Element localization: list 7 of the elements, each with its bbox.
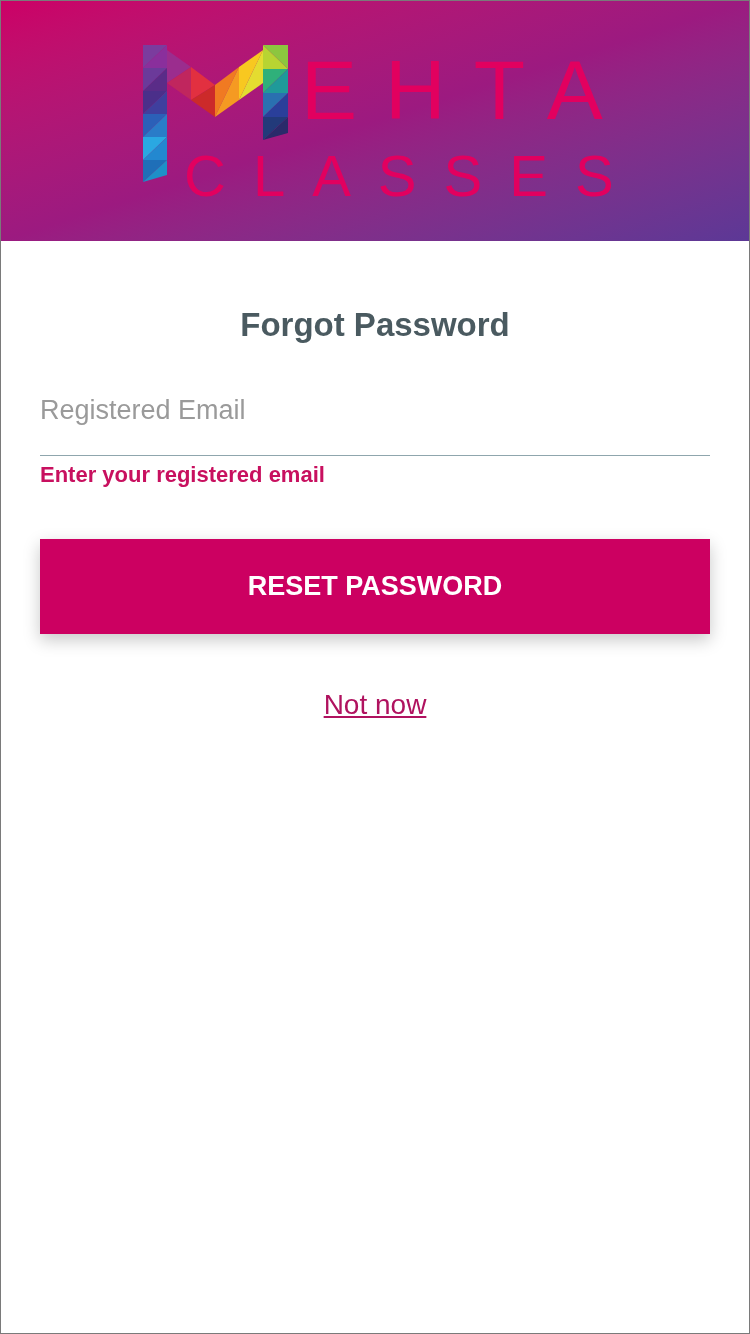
email-field[interactable]: Registered Email — [40, 381, 710, 456]
logo-text: EHTA — [301, 48, 631, 132]
not-now-link[interactable]: Not now — [323, 689, 427, 721]
page-title: Forgot Password — [240, 305, 510, 345]
reset-password-button[interactable]: RESET PASSWORD — [40, 539, 710, 634]
logo-text: CLASSES — [184, 147, 641, 205]
error-message: Enter your registered email — [40, 461, 325, 489]
